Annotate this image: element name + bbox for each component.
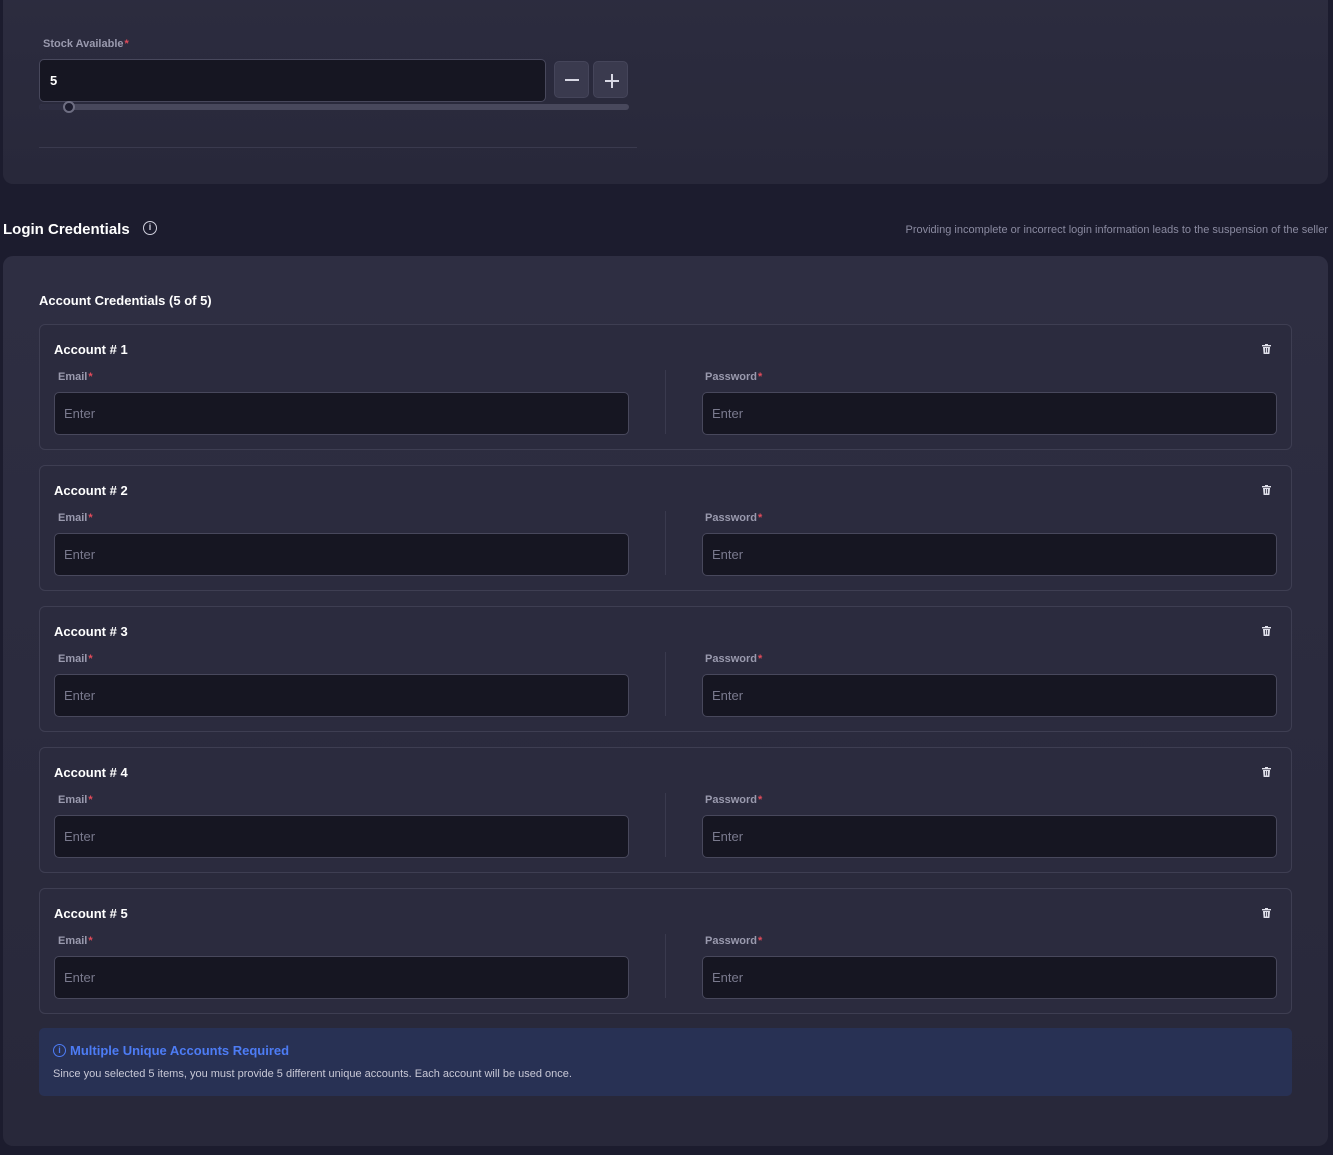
- required-mark: *: [88, 512, 93, 524]
- slider-handle[interactable]: [63, 101, 75, 113]
- notice-text: Since you selected 5 items, you must pro…: [53, 1068, 572, 1080]
- email-field[interactable]: Enter: [54, 956, 629, 999]
- section-title: Login Credentials: [3, 221, 130, 238]
- email-label: Email*: [58, 794, 93, 806]
- account-block: Account # 2 Email* Enter Password* Enter: [39, 465, 1292, 591]
- credentials-heading: Account Credentials (5 of 5): [39, 293, 212, 308]
- account-title: Account # 5: [54, 906, 128, 921]
- password-label: Password*: [705, 371, 763, 383]
- required-mark: *: [757, 512, 763, 524]
- account-title: Account # 1: [54, 342, 128, 357]
- account-title: Account # 2: [54, 483, 128, 498]
- trash-icon[interactable]: [1262, 908, 1271, 918]
- stock-label: Stock Available*: [43, 38, 129, 50]
- required-mark: *: [88, 653, 93, 665]
- email-label: Email*: [58, 935, 93, 947]
- required-mark: *: [88, 371, 93, 383]
- increment-button[interactable]: [593, 61, 628, 98]
- email-label: Email*: [58, 512, 93, 524]
- required-mark: *: [88, 935, 93, 947]
- required-mark: *: [88, 794, 93, 806]
- divider: [665, 793, 666, 857]
- section-note: Providing incomplete or incorrect login …: [905, 224, 1328, 236]
- email-field[interactable]: Enter: [54, 392, 629, 435]
- email-field[interactable]: Enter: [54, 815, 629, 858]
- required-mark: *: [757, 794, 763, 806]
- password-label: Password*: [705, 653, 763, 665]
- email-label: Email*: [58, 371, 93, 383]
- notice-box: i Multiple Unique Accounts Required Sinc…: [39, 1028, 1292, 1096]
- password-field[interactable]: Enter: [702, 815, 1277, 858]
- required-mark: *: [757, 371, 763, 383]
- required-mark: *: [757, 653, 763, 665]
- password-field[interactable]: Enter: [702, 392, 1277, 435]
- minus-icon: [564, 78, 579, 81]
- password-field[interactable]: Enter: [702, 674, 1277, 717]
- password-field[interactable]: Enter: [702, 956, 1277, 999]
- trash-icon[interactable]: [1262, 626, 1271, 636]
- divider: [665, 652, 666, 716]
- trash-icon[interactable]: [1262, 485, 1271, 495]
- trash-icon[interactable]: [1262, 344, 1271, 354]
- divider: [665, 934, 666, 998]
- info-icon[interactable]: i: [143, 221, 157, 235]
- account-title: Account # 4: [54, 765, 128, 780]
- password-label: Password*: [705, 794, 763, 806]
- divider: [39, 147, 637, 148]
- account-title: Account # 3: [54, 624, 128, 639]
- divider: [665, 370, 666, 434]
- divider: [665, 511, 666, 575]
- plus-icon: [594, 62, 629, 99]
- password-label: Password*: [705, 512, 763, 524]
- account-block: Account # 1 Email* Enter Password* Enter: [39, 324, 1292, 450]
- credentials-card: Account Credentials (5 of 5) Account # 1…: [3, 256, 1328, 1146]
- password-label: Password*: [705, 935, 763, 947]
- account-block: Account # 5 Email* Enter Password* Enter: [39, 888, 1292, 1014]
- notice-title: Multiple Unique Accounts Required: [70, 1043, 290, 1058]
- stock-card: Stock Available* 5: [3, 0, 1328, 184]
- decrement-button[interactable]: [554, 61, 589, 98]
- stock-slider[interactable]: [39, 101, 629, 113]
- required-mark: *: [757, 935, 763, 947]
- email-label: Email*: [58, 653, 93, 665]
- stock-input[interactable]: 5: [39, 59, 546, 102]
- trash-icon[interactable]: [1262, 767, 1271, 777]
- password-field[interactable]: Enter: [702, 533, 1277, 576]
- required-mark: *: [124, 38, 129, 50]
- info-icon: i: [53, 1044, 66, 1057]
- account-block: Account # 3 Email* Enter Password* Enter: [39, 606, 1292, 732]
- email-field[interactable]: Enter: [54, 674, 629, 717]
- email-field[interactable]: Enter: [54, 533, 629, 576]
- account-block: Account # 4 Email* Enter Password* Enter: [39, 747, 1292, 873]
